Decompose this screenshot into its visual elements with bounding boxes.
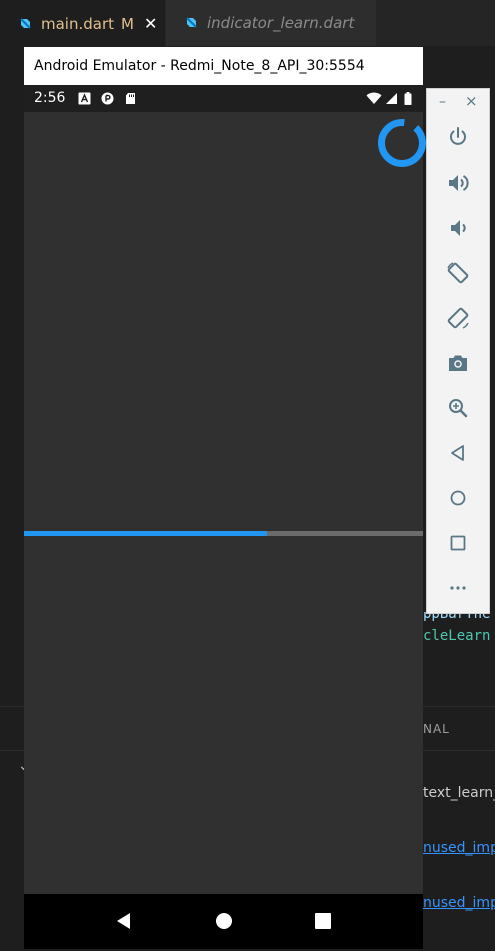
emulator-title: Android Emulator - Redmi_Note_8_API_30:5… xyxy=(34,58,365,74)
toolbar-header: – × xyxy=(427,89,491,117)
android-nav-bar xyxy=(24,894,423,949)
nav-back-icon[interactable] xyxy=(112,909,136,933)
home-icon[interactable] xyxy=(446,486,470,510)
tab-label: indicator_learn.dart xyxy=(207,14,355,32)
play-protect-icon xyxy=(101,92,114,105)
camera-icon[interactable] xyxy=(446,351,470,375)
rotate-right-icon[interactable] xyxy=(446,306,470,330)
volume-down-icon[interactable] xyxy=(446,216,470,240)
tab-main-dart[interactable]: main.dart M ✕ xyxy=(0,0,165,46)
overview-icon[interactable] xyxy=(446,531,470,555)
nav-home-icon[interactable] xyxy=(212,909,236,933)
code-line-class: cleLearn xyxy=(423,628,491,644)
volume-up-icon[interactable] xyxy=(446,171,470,195)
close-button[interactable]: × xyxy=(465,92,478,110)
nav-overview-icon[interactable] xyxy=(311,909,335,933)
signal-icon xyxy=(386,93,397,104)
tab-label: main.dart xyxy=(41,14,115,33)
linear-progress-indicator xyxy=(24,531,423,536)
editor-tab-bar: main.dart M ✕ indicator_learn.dart xyxy=(0,0,495,46)
tab-indicator-learn[interactable]: indicator_learn.dart xyxy=(166,0,376,46)
emulator-titlebar[interactable]: Android Emulator - Redmi_Note_8_API_30:5… xyxy=(24,47,423,85)
dart-file-icon xyxy=(186,17,197,28)
a-notification-icon xyxy=(78,92,91,105)
wifi-icon xyxy=(366,92,382,104)
back-icon[interactable] xyxy=(446,441,470,465)
linear-progress-fill xyxy=(24,531,268,536)
power-icon[interactable] xyxy=(446,125,470,149)
app-screen xyxy=(24,112,426,894)
dart-file-icon xyxy=(20,17,31,29)
editor-gutter xyxy=(0,46,24,951)
editor-scroll-edge xyxy=(490,46,495,951)
status-time: 2:56 xyxy=(34,90,66,106)
emulator-window: Android Emulator - Redmi_Note_8_API_30:5… xyxy=(24,47,426,949)
android-status-bar: 2:56 xyxy=(24,85,423,112)
zoom-icon[interactable] xyxy=(446,396,470,420)
close-tab-icon[interactable]: ✕ xyxy=(144,14,157,33)
circular-progress-indicator xyxy=(378,119,426,167)
problem-link[interactable]: nused_imp xyxy=(423,840,495,856)
battery-icon xyxy=(404,92,412,105)
emulator-toolbar: – × xyxy=(426,88,490,614)
more-icon[interactable] xyxy=(446,576,470,600)
problem-file-row[interactable]: text_learn_ xyxy=(423,785,495,801)
rotate-left-icon[interactable] xyxy=(446,261,470,285)
panel-tab-terminal[interactable]: NAL xyxy=(423,722,450,736)
problem-link[interactable]: nused_imp xyxy=(423,895,495,911)
sd-card-icon xyxy=(126,93,135,104)
minimize-button[interactable]: – xyxy=(439,94,446,110)
modified-badge: M xyxy=(121,14,134,33)
